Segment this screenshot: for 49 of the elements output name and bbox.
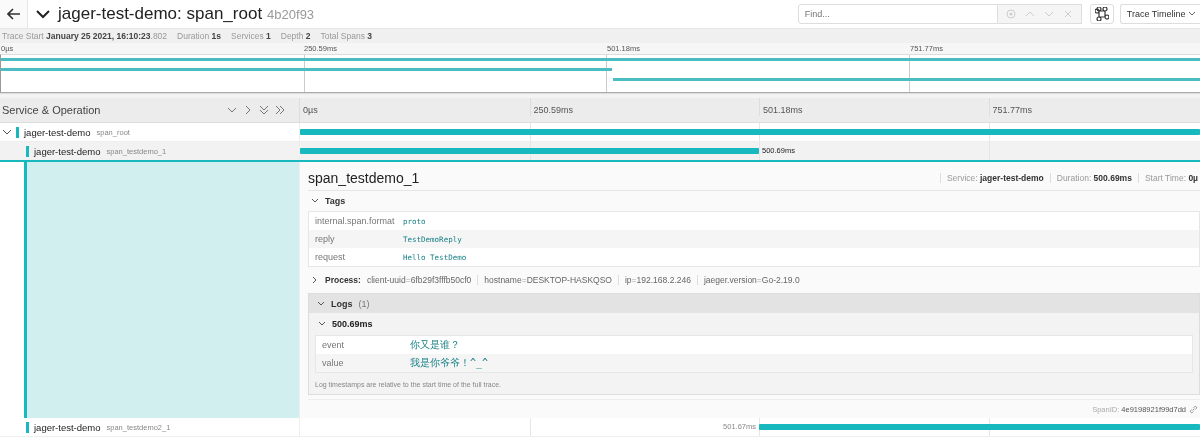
tick-label: 751.77ms: [988, 98, 1033, 116]
service-name[interactable]: jager-test-demo: [26, 145, 101, 157]
collapse-all-icon[interactable]: [259, 105, 269, 115]
process-label[interactable]: Process:: [325, 275, 361, 285]
trace-id: 4b20f93: [267, 6, 315, 22]
log-key: event: [316, 340, 410, 350]
chevron-icon[interactable]: [36, 9, 50, 19]
back-button[interactable]: [0, 0, 28, 28]
span-stat: Service: jager-test-demo: [939, 173, 1044, 183]
trace-minimap[interactable]: [0, 54, 1200, 93]
view-select[interactable]: Trace Timeline: [1119, 4, 1200, 24]
log-key: value: [316, 358, 410, 368]
tick-label: 0µs: [302, 104, 318, 116]
span-stat: Duration: 500.69ms: [1049, 173, 1132, 183]
tick-label: 501.18ms: [759, 98, 803, 116]
trace-stat: Depth 2: [280, 31, 311, 41]
log-value: 我是你爷爷！^_^: [410, 356, 489, 370]
trace-stat: Trace Start January 25 2021, 16:10:23.802: [2, 31, 168, 41]
process-tag: ip=192.168.2.246: [617, 275, 691, 285]
expand-all-icon[interactable]: [275, 105, 285, 115]
back-arrow-icon: [6, 8, 21, 20]
trace-stat: Services 1: [231, 31, 271, 41]
keyboard-shortcuts-button[interactable]: [1089, 4, 1114, 24]
process-tag: client-uuid=6fb29f3fffb50cf0: [366, 275, 472, 285]
caret-icon: [1188, 11, 1196, 17]
tag-key: request: [309, 252, 403, 262]
trace-title: jager-test-demo: span_root: [58, 4, 263, 24]
tag-key: reply: [309, 234, 403, 244]
tick-label: 250.59ms: [529, 98, 574, 116]
span-title: span_testdemo_1: [308, 170, 420, 186]
span-stat: Start Time: 0µ: [1137, 173, 1198, 183]
column-header: Service & Operation: [2, 104, 101, 116]
find-field[interactable]: Find...: [797, 4, 998, 24]
chevron-icon[interactable]: [311, 276, 319, 284]
trace-stat: Total Spans 3: [320, 31, 373, 41]
trace-stat: Duration 1s: [177, 31, 222, 41]
process-tag: hostname=DESKTOP-HASKQSO: [477, 275, 612, 285]
log-time[interactable]: 500.69ms: [315, 313, 1193, 335]
toggle-icon[interactable]: [2, 127, 12, 137]
service-name[interactable]: jager-test-demo: [16, 126, 91, 138]
log-value: 你又是谁？: [410, 338, 460, 352]
tag-key: internal.span.format: [309, 216, 403, 226]
logs-header[interactable]: Logs (1): [309, 294, 1199, 313]
expand-icon[interactable]: [243, 105, 253, 115]
link-icon[interactable]: [1189, 404, 1198, 414]
service-name[interactable]: jager-test-demo: [26, 421, 101, 433]
tags-header[interactable]: Tags: [308, 194, 1200, 208]
collapse-icon[interactable]: [227, 105, 237, 115]
process-tag: jaeger.version=Go-2.19.0: [696, 275, 800, 285]
